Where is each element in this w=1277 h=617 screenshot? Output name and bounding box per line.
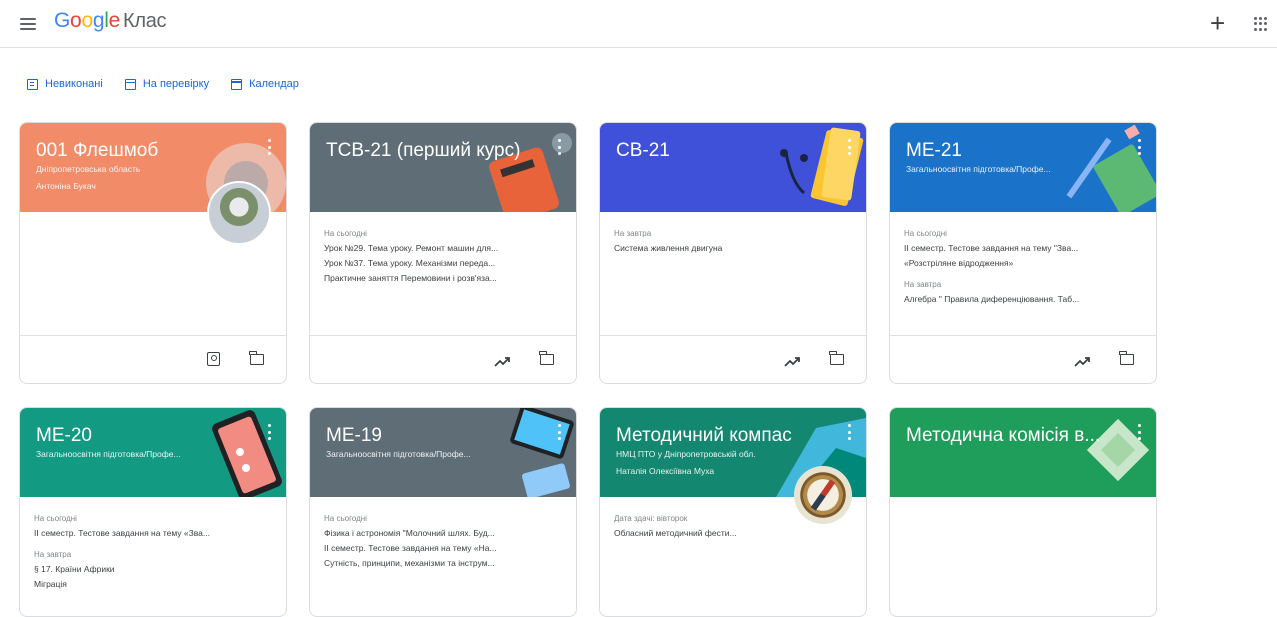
review-link[interactable]: На перевірку xyxy=(124,78,209,90)
class-section: Загальноосвітня підготовка/Профе... xyxy=(326,449,471,459)
more-options-icon[interactable] xyxy=(268,424,272,440)
class-card[interactable]: Методичний компас НМЦ ПТО у Дніпропетровс… xyxy=(599,407,867,617)
class-title[interactable]: МЕ-20 xyxy=(36,424,256,448)
top-app-bar: Google Клас + xyxy=(0,0,1277,48)
due-label: На сьогодні xyxy=(34,514,77,523)
card-header[interactable]: ТСВ-21 (перший курс) xyxy=(310,123,576,212)
assignment-link[interactable]: Обласний методичний фести... xyxy=(614,526,852,541)
class-section: Загальноосвітня підготовка/Профе... xyxy=(906,164,1051,174)
class-card[interactable]: МЕ-20 Загальноосвітня підготовка/Профе...… xyxy=(19,407,287,617)
due-label: На сьогодні xyxy=(324,229,367,238)
more-options-icon[interactable] xyxy=(1138,139,1142,155)
calendar-icon xyxy=(231,78,243,90)
main-menu-button[interactable] xyxy=(16,12,40,36)
card-assignments: На сьогодні Фізика і астрономія "Молочний… xyxy=(310,497,576,571)
card-footer xyxy=(20,335,286,383)
shortcut-links: Невиконані На перевірку Календар xyxy=(27,78,299,90)
assignment-link[interactable]: § 17. Країни Африки xyxy=(34,562,272,577)
class-title[interactable]: МЕ-21 xyxy=(906,139,1126,163)
card-assignments: На завтра Система живлення двигуна xyxy=(600,212,866,256)
teacher-avatar[interactable] xyxy=(207,181,271,245)
card-header[interactable]: СВ-21 xyxy=(600,123,866,212)
class-title[interactable]: Методичний компас xyxy=(616,424,836,448)
class-title[interactable]: СВ-21 xyxy=(616,139,836,163)
todo-icon xyxy=(27,78,38,90)
class-card[interactable]: Методична комісія в... xyxy=(889,407,1157,617)
todo-link[interactable]: Невиконані xyxy=(27,78,103,90)
review-icon xyxy=(124,78,136,90)
class-card[interactable]: МЕ-19 Загальноосвітня підготовка/Профе...… xyxy=(309,407,577,617)
folder-icon[interactable] xyxy=(1119,351,1134,365)
more-options-icon[interactable] xyxy=(1138,424,1142,440)
assignment-link[interactable]: «Розстріляне відродження» xyxy=(904,256,1142,271)
class-section: НМЦ ПТО у Дніпропетровській обл. xyxy=(616,449,756,459)
class-card[interactable]: СВ-21 На завтра Система живлення двигуна xyxy=(599,122,867,384)
class-section: Загальноосвітня підготовка/Профе... xyxy=(36,449,181,459)
assignment-link[interactable]: Фізика і астрономія "Молочний шлях. Буд.… xyxy=(324,526,562,541)
assignment-link[interactable]: Алгебра " Правила диференціювання. Таб..… xyxy=(904,292,1142,307)
card-header[interactable]: МЕ-21 Загальноосвітня підготовка/Профе... xyxy=(890,123,1156,212)
due-label: На завтра xyxy=(904,280,942,289)
more-options-icon[interactable] xyxy=(558,139,562,155)
class-title[interactable]: МЕ-19 xyxy=(326,424,546,448)
class-title[interactable]: Методична комісія в... xyxy=(906,424,1126,448)
compass-avatar[interactable] xyxy=(794,466,852,524)
due-label: На сьогодні xyxy=(904,229,947,238)
assignment-link[interactable]: Практичне заняття Перемовини і розв'яза.… xyxy=(324,271,562,286)
folder-icon[interactable] xyxy=(829,351,844,365)
card-header[interactable]: МЕ-20 Загальноосвітня підготовка/Профе... xyxy=(20,408,286,497)
assignment-link[interactable]: ІІ семестр. Тестове завдання на тему «Зв… xyxy=(34,526,272,541)
google-classroom-logo[interactable]: Google Клас xyxy=(54,9,167,33)
folder-icon[interactable] xyxy=(539,351,554,365)
due-label: На завтра xyxy=(614,229,652,238)
calendar-link[interactable]: Календар xyxy=(231,78,299,90)
folder-icon[interactable] xyxy=(249,351,264,365)
card-footer xyxy=(600,335,866,383)
more-options-icon[interactable] xyxy=(848,139,852,155)
card-footer xyxy=(310,335,576,383)
header-illustration xyxy=(756,123,866,212)
trend-icon[interactable] xyxy=(1074,354,1090,367)
assignment-link[interactable]: ІІ семестр. Тестове завдання на тему "Зв… xyxy=(904,241,1142,256)
class-card[interactable]: МЕ-21 Загальноосвітня підготовка/Профе...… xyxy=(889,122,1157,384)
card-assignments xyxy=(890,497,1156,511)
due-label: На завтра xyxy=(34,550,72,559)
product-name: Клас xyxy=(122,10,167,32)
assignment-link[interactable]: ІІ семестр. Тестове завдання на тему «На… xyxy=(324,541,562,556)
class-title[interactable]: 001 Флешмоб xyxy=(36,139,256,163)
class-card[interactable]: 001 Флешмоб Дніпропетровська область Антон… xyxy=(19,122,287,384)
due-label: На сьогодні xyxy=(324,514,367,523)
google-apps-icon[interactable] xyxy=(1254,17,1268,31)
assignment-link[interactable]: Система живлення двигуна xyxy=(614,241,852,256)
card-footer xyxy=(890,335,1156,383)
trend-icon[interactable] xyxy=(494,354,510,367)
class-card[interactable]: ТСВ-21 (перший курс) На сьогодні Урок №29.… xyxy=(309,122,577,384)
header-illustration xyxy=(1046,408,1156,497)
card-assignments: На сьогодні ІІ семестр. Тестове завдання … xyxy=(20,497,286,592)
assignment-link[interactable]: Міграція xyxy=(34,577,272,592)
header-illustration xyxy=(466,123,576,212)
assignment-link[interactable]: Урок №29. Тема уроку. Ремонт машин для..… xyxy=(324,241,562,256)
class-title[interactable]: ТСВ-21 (перший курс) xyxy=(326,139,546,163)
trend-icon[interactable] xyxy=(784,354,800,367)
card-header[interactable]: Методична комісія в... xyxy=(890,408,1156,497)
more-options-icon[interactable] xyxy=(268,139,272,155)
class-section: Дніпропетровська область xyxy=(36,164,141,174)
assignment-link[interactable]: Сутність, принципи, механізми та інструм… xyxy=(324,556,562,571)
add-class-button[interactable]: + xyxy=(1210,8,1225,38)
more-options-icon[interactable] xyxy=(848,424,852,440)
portfolio-icon[interactable] xyxy=(207,352,220,366)
card-header[interactable]: МЕ-19 Загальноосвітня підготовка/Профе... xyxy=(310,408,576,497)
card-assignments: На сьогодні Урок №29. Тема уроку. Ремонт … xyxy=(310,212,576,286)
assignment-link[interactable]: Урок №37. Тема уроку. Механізми переда..… xyxy=(324,256,562,271)
more-options-icon[interactable] xyxy=(558,424,562,440)
card-assignments: На сьогодні ІІ семестр. Тестове завдання … xyxy=(890,212,1156,307)
